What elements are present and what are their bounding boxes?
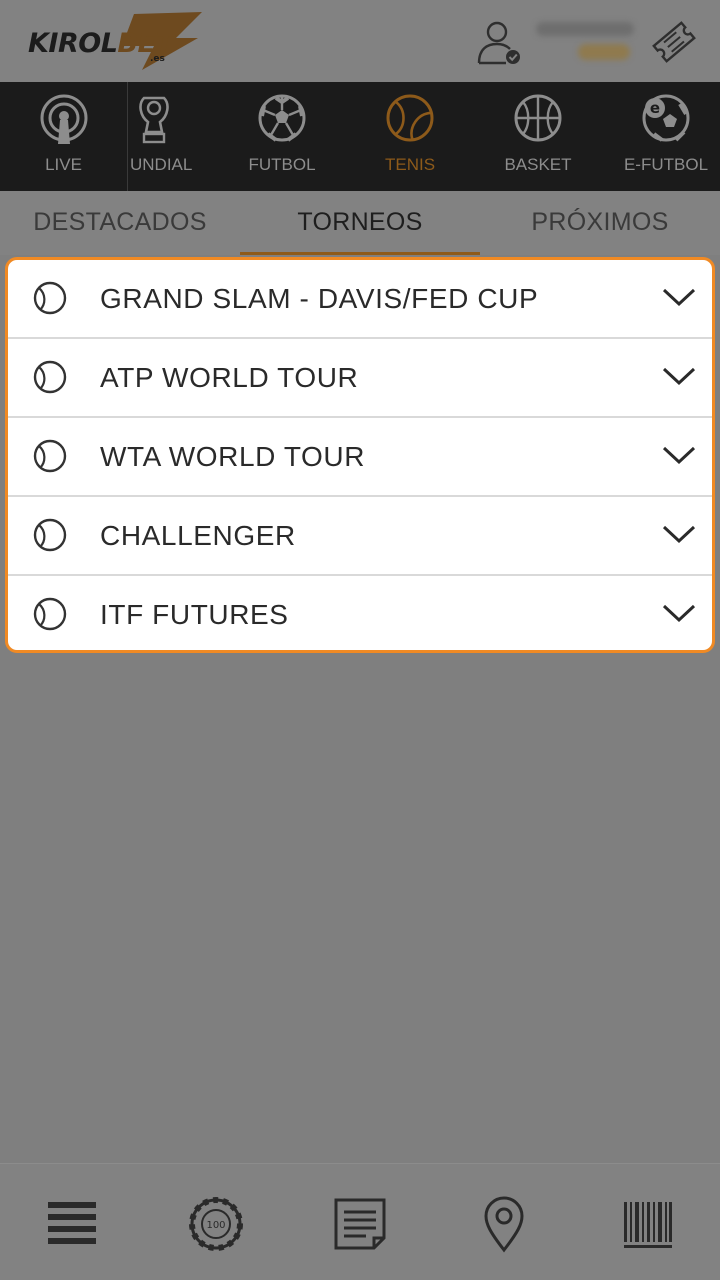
tournament-row-atp[interactable]: ATP WORLD TOUR bbox=[8, 339, 712, 418]
bottom-nav: 100 bbox=[0, 1163, 720, 1280]
chevron-down-icon bbox=[662, 525, 696, 544]
e-soccer-icon: e bbox=[642, 94, 690, 142]
ticket-icon[interactable] bbox=[650, 18, 698, 66]
kirolbet-logo[interactable]: KIROLBET .es bbox=[26, 10, 206, 72]
svg-text:100: 100 bbox=[206, 1220, 225, 1231]
tournament-name: CHALLENGER bbox=[100, 520, 296, 551]
soccer-ball-icon bbox=[258, 94, 306, 142]
section-tabs: DESTACADOS TORNEOS PRÓXIMOS bbox=[0, 191, 720, 255]
user-verified-icon[interactable] bbox=[474, 18, 524, 68]
sport-tab-mundial[interactable]: UNDIAL bbox=[100, 82, 222, 191]
live-broadcast-icon bbox=[40, 94, 87, 144]
world-cup-trophy-icon bbox=[139, 96, 169, 144]
bet-slip-icon[interactable] bbox=[330, 1194, 390, 1254]
tennis-ball-icon bbox=[33, 518, 67, 552]
sport-tab-tenis[interactable]: TENIS bbox=[350, 82, 470, 191]
location-pin-icon[interactable] bbox=[474, 1194, 534, 1254]
chevron-down-icon bbox=[662, 604, 696, 623]
menu-icon[interactable] bbox=[42, 1194, 102, 1254]
chevron-down-icon bbox=[662, 288, 696, 307]
tournament-row-wta[interactable]: WTA WORLD TOUR bbox=[8, 418, 712, 497]
sport-label: BASKET bbox=[504, 155, 572, 174]
sport-tab-efutbol[interactable]: e E-FUTBOL bbox=[606, 82, 720, 191]
tournament-row-challenger[interactable]: CHALLENGER bbox=[8, 497, 712, 576]
chevron-down-icon bbox=[662, 446, 696, 465]
tab-destacados[interactable]: DESTACADOS bbox=[0, 191, 240, 255]
barcode-icon[interactable] bbox=[618, 1194, 678, 1254]
tennis-ball-icon bbox=[33, 281, 67, 315]
sport-label: FUTBOL bbox=[248, 155, 316, 174]
tab-torneos[interactable]: TORNEOS bbox=[240, 191, 480, 255]
svg-text:e: e bbox=[650, 99, 660, 117]
sport-label: E-FUTBOL bbox=[623, 155, 709, 174]
logo-suffix: .es bbox=[150, 54, 165, 64]
app-header: KIROLBET .es bbox=[0, 0, 720, 82]
tennis-ball-icon bbox=[386, 94, 434, 142]
tennis-ball-icon bbox=[33, 360, 67, 394]
casino-chip-icon[interactable]: 100 bbox=[186, 1194, 246, 1254]
tournament-name: WTA WORLD TOUR bbox=[100, 441, 366, 472]
tournament-list: GRAND SLAM - DAVIS/FED CUP ATP WORLD TOU… bbox=[5, 257, 715, 653]
chevron-down-icon bbox=[662, 367, 696, 386]
tennis-ball-icon bbox=[33, 439, 67, 473]
sport-tab-futbol[interactable]: FUTBOL bbox=[222, 82, 342, 191]
tournament-row-grand-slam[interactable]: GRAND SLAM - DAVIS/FED CUP bbox=[8, 260, 712, 339]
tournament-name: ITF FUTURES bbox=[100, 599, 289, 630]
basketball-icon bbox=[514, 94, 562, 142]
tournament-name: GRAND SLAM - DAVIS/FED CUP bbox=[100, 283, 539, 314]
tournament-name: ATP WORLD TOUR bbox=[100, 362, 359, 393]
tennis-ball-icon bbox=[33, 597, 67, 631]
account-balance-blurred[interactable] bbox=[536, 18, 636, 66]
sport-label: TENIS bbox=[384, 155, 436, 174]
sports-nav: LIVE UNDIAL FUTBOL TENIS BASKET e E-FUTB… bbox=[0, 82, 720, 191]
sport-tab-basket[interactable]: BASKET bbox=[478, 82, 598, 191]
tab-proximos[interactable]: PRÓXIMOS bbox=[480, 191, 720, 255]
sport-label: UNDIAL bbox=[130, 155, 193, 174]
tournament-row-itf[interactable]: ITF FUTURES bbox=[8, 576, 712, 650]
